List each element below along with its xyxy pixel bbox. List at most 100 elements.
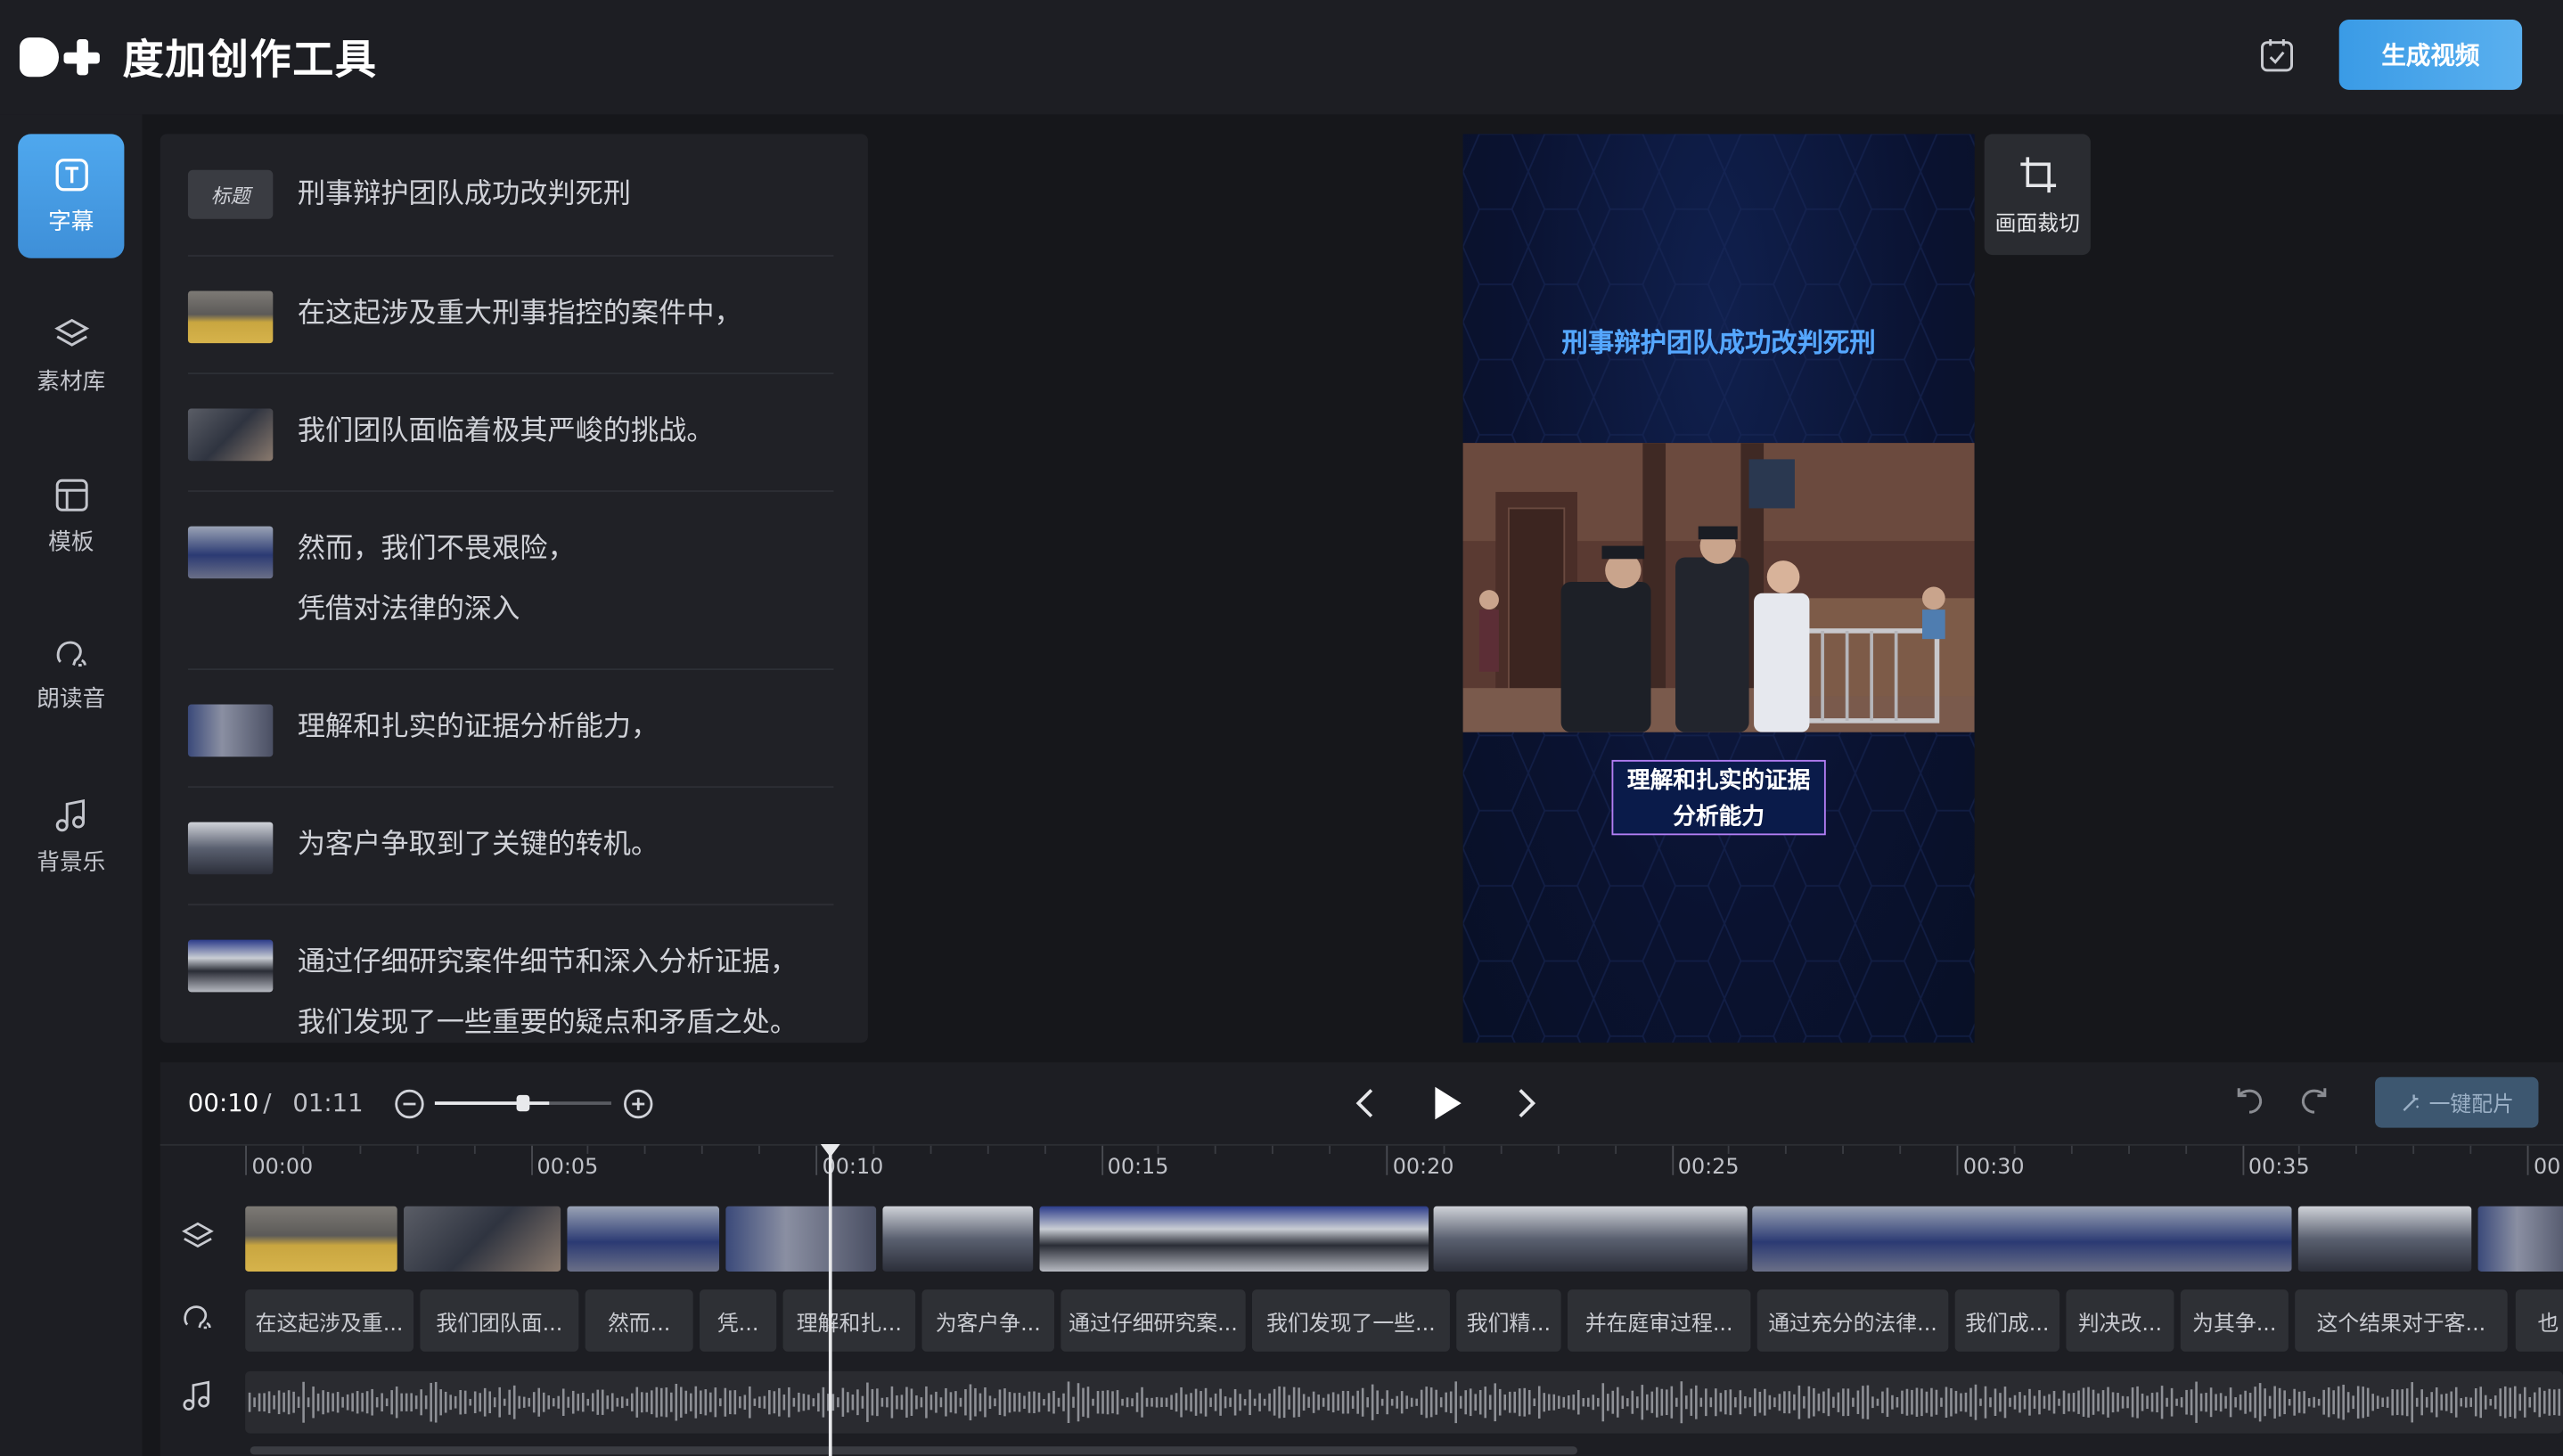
- subtitle-clip[interactable]: 我们精...: [1456, 1289, 1561, 1352]
- subtitle-clip[interactable]: 这个结果对于客...: [2295, 1289, 2508, 1352]
- courtroom-scene-image: [1462, 443, 1975, 732]
- preview-caption[interactable]: 理解和扎实的证据 分析能力: [1611, 759, 1826, 836]
- crop-icon: [2019, 156, 2056, 192]
- subtitle-clip[interactable]: 在这起涉及重...: [245, 1289, 414, 1352]
- subtitle-clip[interactable]: 判决改...: [2066, 1289, 2174, 1352]
- subtitle-clip[interactable]: 凭...: [700, 1289, 777, 1352]
- generate-video-button[interactable]: 生成视频: [2338, 20, 2523, 90]
- subtitle-clip[interactable]: 也: [2515, 1289, 2563, 1352]
- subtitle-clip[interactable]: 为客户争...: [921, 1289, 1055, 1352]
- subtitle-clip[interactable]: 并在庭审过程...: [1567, 1289, 1751, 1352]
- video-clip[interactable]: [2297, 1206, 2472, 1272]
- next-clip-icon[interactable]: [1509, 1084, 1542, 1123]
- nav-item-music[interactable]: 背景乐: [18, 774, 124, 898]
- ruler-label: 00:15: [1107, 1155, 1169, 1181]
- subtitle-clip[interactable]: 我们发现了一些...: [1251, 1289, 1450, 1352]
- ruler-label: 00:00: [251, 1155, 314, 1181]
- list-item[interactable]: 理解和扎实的证据分析能力，: [187, 670, 837, 789]
- subtitle-line: 为客户争取到了关键的转机。: [297, 828, 659, 862]
- auto-match-button[interactable]: 一键配片: [2375, 1076, 2539, 1128]
- clip-thumbnail: [187, 939, 274, 993]
- subtitle-text: 在这起涉及重大刑事指控的案件中，: [298, 284, 837, 345]
- subtitle-text: 理解和扎实的证据分析能力，: [298, 698, 837, 758]
- voice-track-icon: [184, 1305, 211, 1329]
- zoom-in-icon[interactable]: [623, 1089, 654, 1120]
- music-track-icon: [183, 1380, 210, 1411]
- list-item[interactable]: 在这起涉及重大刑事指控的案件中，: [187, 257, 837, 375]
- redo-icon[interactable]: [2295, 1085, 2330, 1121]
- clip-thumbnail: [187, 526, 274, 579]
- video-clip[interactable]: [1752, 1206, 2292, 1272]
- ruler-label: 00:05: [536, 1155, 599, 1181]
- video-clip[interactable]: [882, 1206, 1034, 1272]
- zoom-slider-handle[interactable]: [516, 1094, 530, 1112]
- time-ruler[interactable]: 00:00 00:05 00:10 00:15 00:20 00:25 00:30 00:35…: [160, 1143, 2563, 1187]
- video-clip[interactable]: [404, 1206, 561, 1272]
- voice-icon: [55, 641, 86, 667]
- subtitle-text: 通过仔细研究案件细节和深入分析证据， 我们发现了一些重要的疑点和矛盾之处。: [298, 933, 837, 1043]
- nav-label: 素材库: [37, 369, 106, 396]
- current-time: 00:10: [187, 1088, 259, 1118]
- template-icon: [54, 479, 87, 511]
- clip-thumbnail: [187, 704, 274, 757]
- crop-button[interactable]: 画面裁切: [1984, 134, 2091, 256]
- subtitle-clip[interactable]: 为其争...: [2180, 1289, 2289, 1352]
- subtitle-line: 通过仔细研究案件细节和深入分析证据，: [297, 945, 798, 979]
- save-check-icon[interactable]: [2257, 36, 2297, 75]
- subtitle-line: 在这起涉及重大刑事指控的案件中，: [297, 297, 742, 331]
- subtitle-clip[interactable]: 我们成...: [1954, 1289, 2060, 1352]
- playhead[interactable]: [828, 1147, 832, 1456]
- video-clip[interactable]: [245, 1206, 397, 1272]
- subtitle-clip[interactable]: 理解和扎...: [782, 1289, 916, 1352]
- audio-track[interactable]: [245, 1370, 2563, 1434]
- list-item[interactable]: 通过仔细研究案件细节和深入分析证据， 我们发现了一些重要的疑点和矛盾之处。: [187, 905, 837, 1043]
- caption-line: 理解和扎实的证据: [1626, 768, 1811, 795]
- subtitle-clip[interactable]: 通过仔细研究案...: [1060, 1289, 1246, 1352]
- ruler-label: 00:: [2533, 1155, 2563, 1181]
- ruler-label: 00:30: [1962, 1155, 2025, 1181]
- video-track[interactable]: [245, 1206, 2563, 1272]
- clip-thumbnail: [187, 822, 274, 875]
- auto-match-label: 一键配片: [2428, 1093, 2514, 1118]
- video-preview[interactable]: 刑事辩护团队成功改判死刑 理解和扎实的证据 分析能力: [1462, 134, 1975, 1043]
- preview-title: 刑事辩护团队成功改判死刑: [1561, 326, 1876, 358]
- undo-icon[interactable]: [2232, 1085, 2268, 1121]
- previous-clip-icon[interactable]: [1350, 1084, 1383, 1123]
- subtitle-clip[interactable]: 我们团队面...: [420, 1289, 579, 1352]
- ruler-label: 00:35: [2248, 1155, 2310, 1181]
- nav-item-subtitle[interactable]: 字幕: [18, 134, 125, 258]
- magic-icon: [2403, 1093, 2420, 1111]
- video-clip[interactable]: [567, 1206, 720, 1272]
- subtitle-clip[interactable]: 通过充分的法律...: [1756, 1289, 1949, 1352]
- play-icon[interactable]: [1427, 1082, 1466, 1125]
- subtitle-line: 然而，我们不畏艰险，: [297, 532, 576, 566]
- subtitle-text: 我们团队面临着极其严峻的挑战。: [298, 402, 837, 462]
- subtitle-track[interactable]: 在这起涉及重... 我们团队面... 然而... 凭... 理解和扎... 为客户争...…: [245, 1289, 2563, 1352]
- video-clip[interactable]: [725, 1206, 877, 1272]
- nav-label: 背景乐: [37, 849, 106, 877]
- nav-label: 字幕: [48, 209, 94, 236]
- nav-item-voice[interactable]: 朗读音: [18, 611, 124, 735]
- title-badge: 标题: [187, 169, 274, 219]
- logo-mark: [20, 37, 100, 78]
- caption-line: 分析能力: [1673, 804, 1765, 830]
- video-clip[interactable]: [2477, 1206, 2563, 1272]
- nav-item-library[interactable]: 素材库: [18, 294, 124, 418]
- list-item[interactable]: 然而，我们不畏艰险， 凭借对法律的深入: [187, 492, 834, 671]
- timeline-panel: 00:10 / 01:11 一键配片 00:00 00:05 00:10 00:15 0…: [160, 1062, 2563, 1456]
- timeline-scrollbar[interactable]: [250, 1446, 1577, 1455]
- video-clip[interactable]: [1433, 1206, 1748, 1272]
- left-sidebar: 字幕 素材库 模板 朗读音 背景乐: [0, 114, 143, 1456]
- list-item[interactable]: 我们团队面临着极其严峻的挑战。: [187, 374, 837, 493]
- app-title: 度加创作工具: [122, 36, 378, 84]
- preview-video-frame: [1462, 443, 1975, 732]
- list-item[interactable]: 为客户争取到了关键的转机。: [187, 788, 834, 906]
- subtitle-title-row[interactable]: 标题 刑事辩护团队成功改判死刑: [187, 134, 834, 257]
- video-clip[interactable]: [1039, 1206, 1429, 1272]
- subtitle-clip[interactable]: 然而...: [585, 1289, 693, 1352]
- zoom-out-icon[interactable]: [394, 1089, 425, 1120]
- subtitle-line: 我们发现了一些重要的疑点和矛盾之处。: [297, 1006, 798, 1040]
- nav-label: 模板: [48, 529, 94, 556]
- ruler-label: 00:10: [822, 1155, 884, 1181]
- nav-item-template[interactable]: 模板: [18, 454, 124, 578]
